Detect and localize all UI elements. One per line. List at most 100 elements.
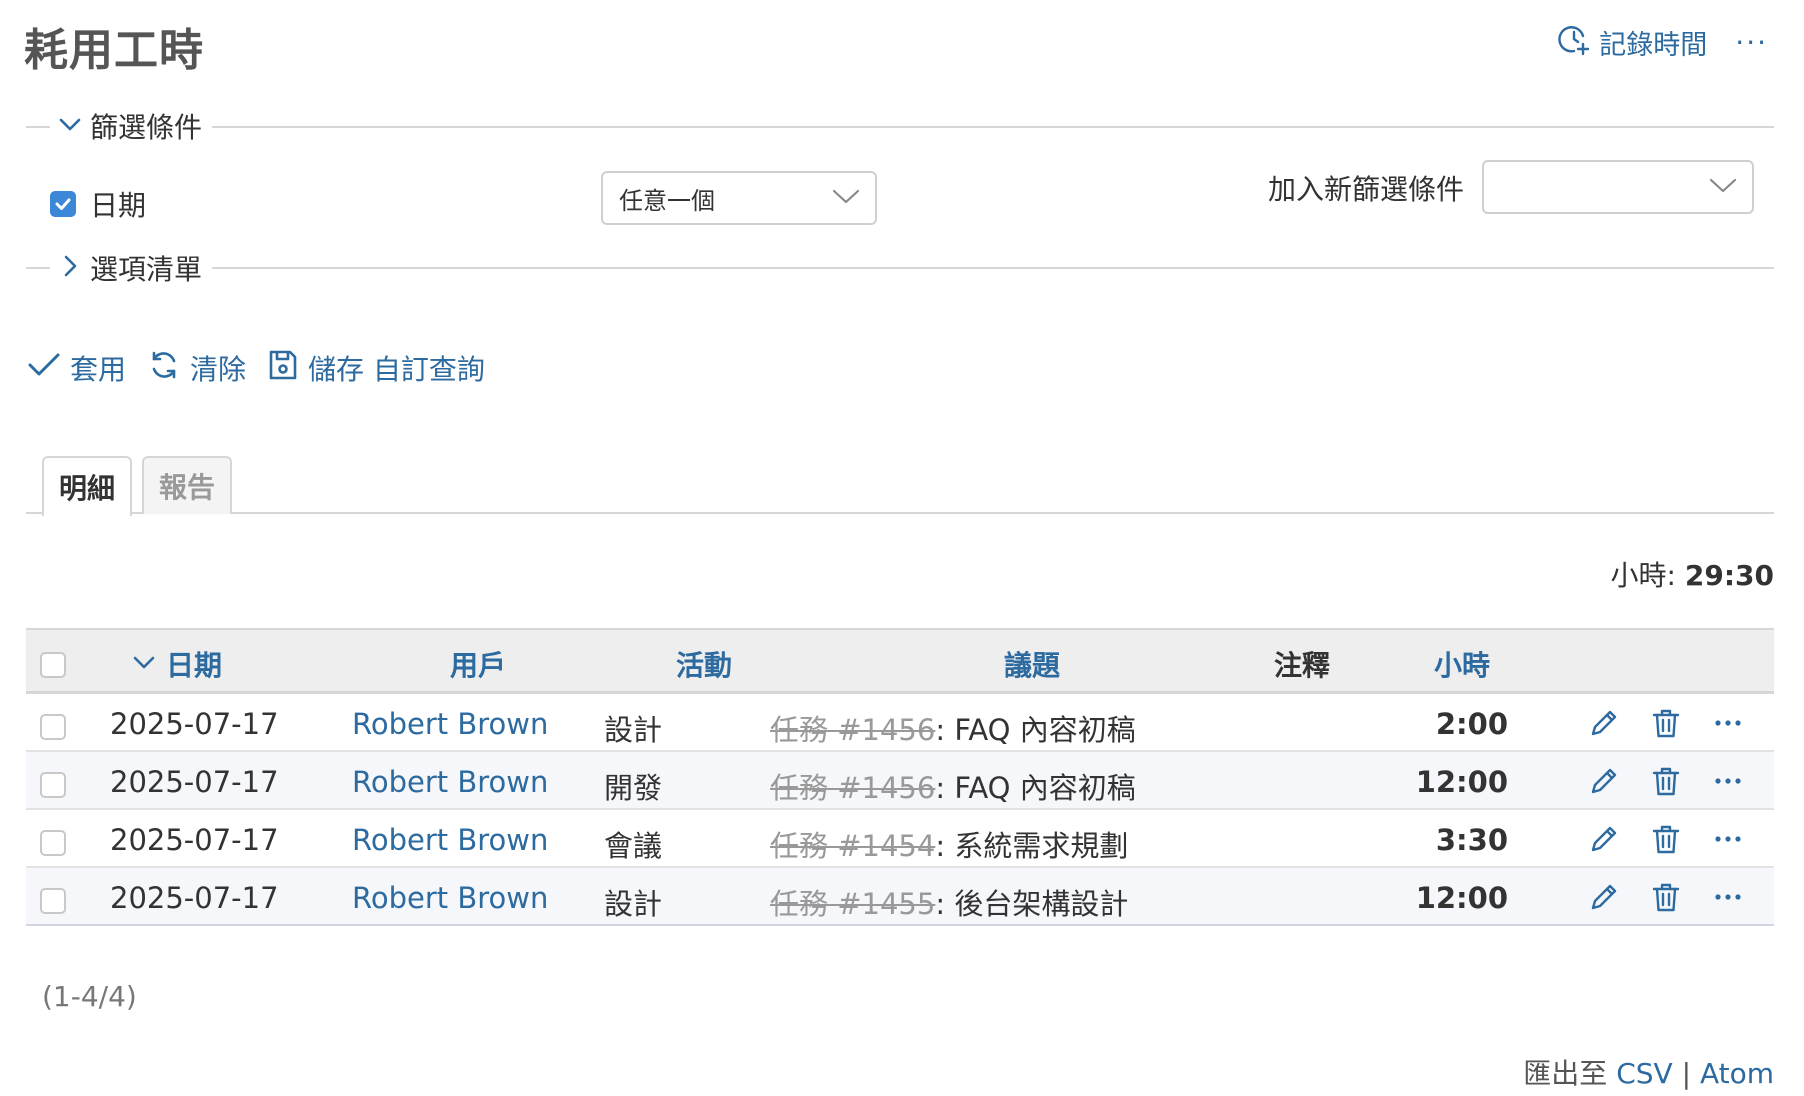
edit-pencil-icon[interactable] xyxy=(1588,823,1620,855)
column-user[interactable]: 用戶 xyxy=(450,644,506,684)
column-activity[interactable]: 活動 xyxy=(676,644,732,684)
total-hours-label: 小時: xyxy=(1610,559,1676,592)
column-date-label: 日期 xyxy=(166,649,223,682)
column-date[interactable]: 日期 xyxy=(132,644,222,684)
row-activity: 會議 xyxy=(604,829,663,863)
date-filter-label: 日期 xyxy=(90,189,147,222)
row-more-icon[interactable] xyxy=(1712,707,1744,739)
issue-title: : FAQ 內容初稿 xyxy=(935,713,1136,747)
column-hours[interactable]: 小時 xyxy=(1434,644,1490,684)
row-hours: 12:00 xyxy=(1415,765,1508,799)
filters-divider xyxy=(26,126,1774,128)
column-issue[interactable]: 議題 xyxy=(1004,644,1060,684)
row-more-icon[interactable] xyxy=(1712,823,1744,855)
pagination-info: (1-4/4) xyxy=(42,980,137,1013)
options-divider xyxy=(26,267,1774,269)
column-comment: 注釋 xyxy=(1274,649,1331,682)
row-user-link[interactable]: Robert Brown xyxy=(352,881,548,915)
add-filter-select[interactable] xyxy=(1482,160,1754,214)
row-actions xyxy=(1588,881,1744,913)
date-filter-checkbox[interactable] xyxy=(50,191,76,217)
edit-pencil-icon[interactable] xyxy=(1588,707,1620,739)
date-operator-select[interactable]: 任意一個 xyxy=(601,171,877,225)
tab-details[interactable]: 明細 xyxy=(42,456,132,516)
delete-trash-icon[interactable] xyxy=(1650,765,1682,797)
row-checkbox[interactable] xyxy=(40,772,66,798)
export-csv-link[interactable]: CSV xyxy=(1616,1057,1672,1090)
chevron-right-icon xyxy=(58,252,82,285)
issue-title: : FAQ 內容初稿 xyxy=(935,771,1136,805)
apply-label: 套用 xyxy=(70,353,127,386)
row-user-link[interactable]: Robert Brown xyxy=(352,765,548,799)
row-more-icon[interactable] xyxy=(1712,881,1744,913)
delete-trash-icon[interactable] xyxy=(1650,707,1682,739)
header-actions: 記錄時間 ··· xyxy=(1557,22,1768,63)
more-actions-button[interactable]: ··· xyxy=(1735,28,1768,57)
log-time-link[interactable]: 記錄時間 xyxy=(1557,22,1707,63)
issue-link[interactable]: 任務 #1454 xyxy=(770,829,935,863)
date-filter: 日期 xyxy=(50,184,146,224)
table-row: 2025-07-17 Robert Brown 開發 任務 #1456: FAQ… xyxy=(26,752,1774,810)
save-query-button[interactable]: 儲存 自訂查詢 xyxy=(268,348,485,388)
table-header: 日期 用戶 活動 議題 注釋 小時 xyxy=(26,628,1774,694)
table-row: 2025-07-17 Robert Brown 設計 任務 #1456: FAQ… xyxy=(26,694,1774,752)
issue-title: : 後台架構設計 xyxy=(935,887,1129,921)
filters-toggle[interactable]: 篩選條件 xyxy=(50,106,213,146)
page: 耗用工時 記錄時間 ··· 篩選條件 日期 任意一個 加入新篩選條件 選項清單 … xyxy=(0,0,1804,1096)
refresh-icon xyxy=(148,349,180,388)
date-operator-value: 任意一個 xyxy=(619,186,715,215)
row-actions xyxy=(1588,707,1744,739)
clear-button[interactable]: 清除 xyxy=(148,348,246,388)
export-atom-link[interactable]: Atom xyxy=(1700,1057,1774,1090)
row-hours: 12:00 xyxy=(1415,881,1508,915)
row-issue: 任務 #1456: FAQ 內容初稿 xyxy=(770,765,1136,807)
checkmark-icon xyxy=(28,351,60,386)
total-hours-value: 29:30 xyxy=(1684,559,1774,592)
row-issue: 任務 #1454: 系統需求規劃 xyxy=(770,823,1128,865)
row-checkbox[interactable] xyxy=(40,888,66,914)
row-checkbox[interactable] xyxy=(40,830,66,856)
chevron-down-icon xyxy=(831,184,861,212)
export-separator: | xyxy=(1681,1057,1692,1090)
row-checkbox[interactable] xyxy=(40,714,66,740)
issue-link[interactable]: 任務 #1456 xyxy=(770,771,935,805)
export-prefix: 匯出至 xyxy=(1523,1057,1608,1090)
row-issue: 任務 #1456: FAQ 內容初稿 xyxy=(770,707,1136,749)
delete-trash-icon[interactable] xyxy=(1650,881,1682,913)
sort-desc-icon xyxy=(132,648,156,681)
edit-pencil-icon[interactable] xyxy=(1588,765,1620,797)
select-all-checkbox[interactable] xyxy=(40,652,66,678)
row-issue: 任務 #1455: 後台架構設計 xyxy=(770,881,1128,923)
row-hours: 2:00 xyxy=(1435,707,1508,741)
edit-pencil-icon[interactable] xyxy=(1588,881,1620,913)
options-legend: 選項清單 xyxy=(90,253,203,286)
issue-title: : 系統需求規劃 xyxy=(935,829,1129,863)
log-time-label: 記錄時間 xyxy=(1599,30,1708,61)
row-date: 2025-07-17 xyxy=(110,881,279,915)
chevron-down-icon xyxy=(58,110,82,143)
row-date: 2025-07-17 xyxy=(110,823,279,857)
filters-legend: 篩選條件 xyxy=(90,111,203,144)
row-more-icon[interactable] xyxy=(1712,765,1744,797)
options-toggle[interactable]: 選項清單 xyxy=(50,248,213,288)
row-user-link[interactable]: Robert Brown xyxy=(352,707,548,741)
row-activity: 設計 xyxy=(604,887,663,921)
page-title: 耗用工時 xyxy=(24,25,204,76)
clear-label: 清除 xyxy=(190,353,247,386)
row-date: 2025-07-17 xyxy=(110,707,279,741)
chevron-down-icon xyxy=(1708,173,1738,201)
row-actions xyxy=(1588,823,1744,855)
row-hours: 3:30 xyxy=(1435,823,1508,857)
delete-trash-icon[interactable] xyxy=(1650,823,1682,855)
issue-link[interactable]: 任務 #1456 xyxy=(770,713,935,747)
clock-plus-icon xyxy=(1557,22,1591,63)
tabs-baseline xyxy=(26,512,1774,514)
time-entries-table: 日期 用戶 活動 議題 注釋 小時 2025-07-17 Robert Brow… xyxy=(26,628,1774,926)
apply-button[interactable]: 套用 xyxy=(28,348,126,388)
tab-report[interactable]: 報告 xyxy=(142,456,232,514)
table-row: 2025-07-17 Robert Brown 設計 任務 #1455: 後台架… xyxy=(26,868,1774,926)
issue-link[interactable]: 任務 #1455 xyxy=(770,887,935,921)
save-disk-icon xyxy=(268,349,298,388)
row-user-link[interactable]: Robert Brown xyxy=(352,823,548,857)
query-actions: 套用 清除 儲存 自訂查詢 xyxy=(28,348,485,388)
